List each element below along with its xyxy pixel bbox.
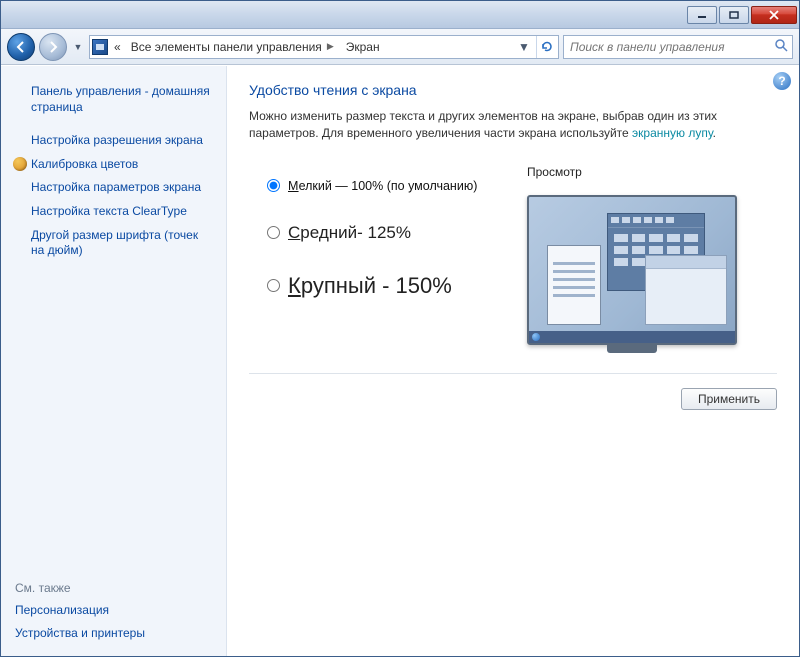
sidebar-devices[interactable]: Устройства и принтеры xyxy=(13,622,214,646)
search-box[interactable] xyxy=(563,35,793,59)
chevron-right-icon: ▶ xyxy=(325,41,336,52)
window: ▼ « Все элементы панели управления ▶ Экр… xyxy=(0,0,800,657)
breadcrumb-all-items[interactable]: Все элементы панели управления ▶ xyxy=(127,36,340,58)
magnifier-link[interactable]: экранную лупу xyxy=(632,126,713,140)
address-bar[interactable]: « Все элементы панели управления ▶ Экран… xyxy=(89,35,559,59)
breadcrumb-display[interactable]: Экран xyxy=(342,36,384,58)
body: Панель управления - домашняя страница На… xyxy=(1,65,799,656)
sidebar-calibrate[interactable]: Калибровка цветов xyxy=(13,153,214,177)
radio-small[interactable] xyxy=(267,179,280,192)
sidebar-params[interactable]: Настройка параметров экрана xyxy=(13,176,214,200)
chevrons-icon: « xyxy=(114,40,121,54)
forward-button[interactable] xyxy=(39,33,67,61)
navbar: ▼ « Все элементы панели управления ▶ Экр… xyxy=(1,29,799,65)
radio-large[interactable] xyxy=(267,279,280,292)
preview-window-panel xyxy=(547,245,601,325)
size-options: Мелкий — 100% (по умолчанию) Средний- 12… xyxy=(249,165,487,345)
apply-button[interactable]: Применить xyxy=(681,388,777,410)
maximize-icon xyxy=(729,11,739,19)
label-small[interactable]: Мелкий — 100% (по умолчанию) xyxy=(288,179,477,193)
minimize-button[interactable] xyxy=(687,6,717,24)
back-button[interactable] xyxy=(7,33,35,61)
control-panel-icon xyxy=(92,39,108,55)
label-large[interactable]: Крупный - 150% xyxy=(288,273,452,299)
page-title: Удобство чтения с экрана xyxy=(249,82,777,98)
address-dropdown[interactable]: ▼ xyxy=(514,36,534,58)
arrow-right-icon xyxy=(46,40,60,54)
titlebar xyxy=(1,1,799,29)
label-medium[interactable]: Средний- 125% xyxy=(288,223,411,243)
nav-history-dropdown[interactable]: ▼ xyxy=(71,33,85,61)
radio-medium[interactable] xyxy=(267,226,280,239)
preview-column: Просмотр xyxy=(527,165,777,345)
maximize-button[interactable] xyxy=(719,6,749,24)
preview-taskbar xyxy=(529,331,735,343)
refresh-button[interactable] xyxy=(536,36,556,58)
search-input[interactable] xyxy=(568,39,774,55)
help-button[interactable]: ? xyxy=(773,72,791,90)
sidebar-personalization[interactable]: Персонализация xyxy=(13,599,214,623)
preview-window-small xyxy=(645,255,727,325)
page-description: Можно изменить размер текста и других эл… xyxy=(249,108,777,143)
preview-label: Просмотр xyxy=(527,165,777,179)
sidebar-home[interactable]: Панель управления - домашняя страница xyxy=(13,80,214,119)
sidebar-dpi[interactable]: Другой размер шрифта (точек на дюйм) xyxy=(13,224,214,263)
sidebar: Панель управления - домашняя страница На… xyxy=(1,66,227,656)
close-button[interactable] xyxy=(751,6,797,24)
sidebar-cleartype[interactable]: Настройка текста ClearType xyxy=(13,200,214,224)
main-content: ? Удобство чтения с экрана Можно изменит… xyxy=(227,66,799,656)
preview-monitor xyxy=(527,195,737,345)
see-also-label: См. также xyxy=(13,577,214,599)
refresh-icon xyxy=(540,40,554,54)
search-icon[interactable] xyxy=(774,38,788,55)
divider xyxy=(249,373,777,374)
sidebar-resolution[interactable]: Настройка разрешения экрана xyxy=(13,129,214,153)
close-icon xyxy=(768,10,780,20)
sidebar-footer: См. также Персонализация Устройства и пр… xyxy=(13,577,214,646)
breadcrumb-root[interactable]: « xyxy=(110,36,125,58)
minimize-icon xyxy=(697,11,707,19)
arrow-left-icon xyxy=(14,40,28,54)
